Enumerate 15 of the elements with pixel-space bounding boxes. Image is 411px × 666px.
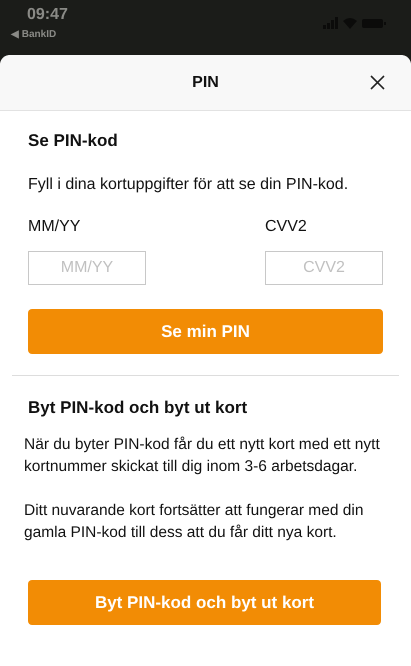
field-label: CVV2 <box>265 218 308 236</box>
change-pin-button[interactable]: Byt PIN-kod och byt ut kort <box>28 580 381 625</box>
info-paragraph: När du byter PIN-kod får du ett nytt kort med ett nytt kortnummer skickat till dig inom 3-6 arbetsdagar. <box>24 435 381 477</box>
sheet-title: PIN <box>192 74 219 92</box>
back-link[interactable]: ◀ BankID <box>11 28 56 40</box>
close-icon[interactable] <box>370 75 385 90</box>
input-field[interactable]: MM/YY <box>28 251 146 285</box>
info-paragraph: Ditt nuvarande kort fortsätter att fungerar med din gamla PIN-kod till dess att du får ditt nya kort. <box>24 501 364 543</box>
instruction-text: Fyll i dina kortuppgifter för att se din PIN-kod. <box>28 176 350 194</box>
input-field[interactable]: CVV2 <box>265 251 383 285</box>
field-label: MM/YY <box>28 218 82 236</box>
section-heading: Byt PIN-kod och byt ut kort <box>28 397 248 418</box>
status-time: 09:47 <box>27 6 68 24</box>
section-heading: Se PIN-kod <box>28 130 119 151</box>
show-pin-button[interactable]: Se min PIN <box>28 309 383 354</box>
